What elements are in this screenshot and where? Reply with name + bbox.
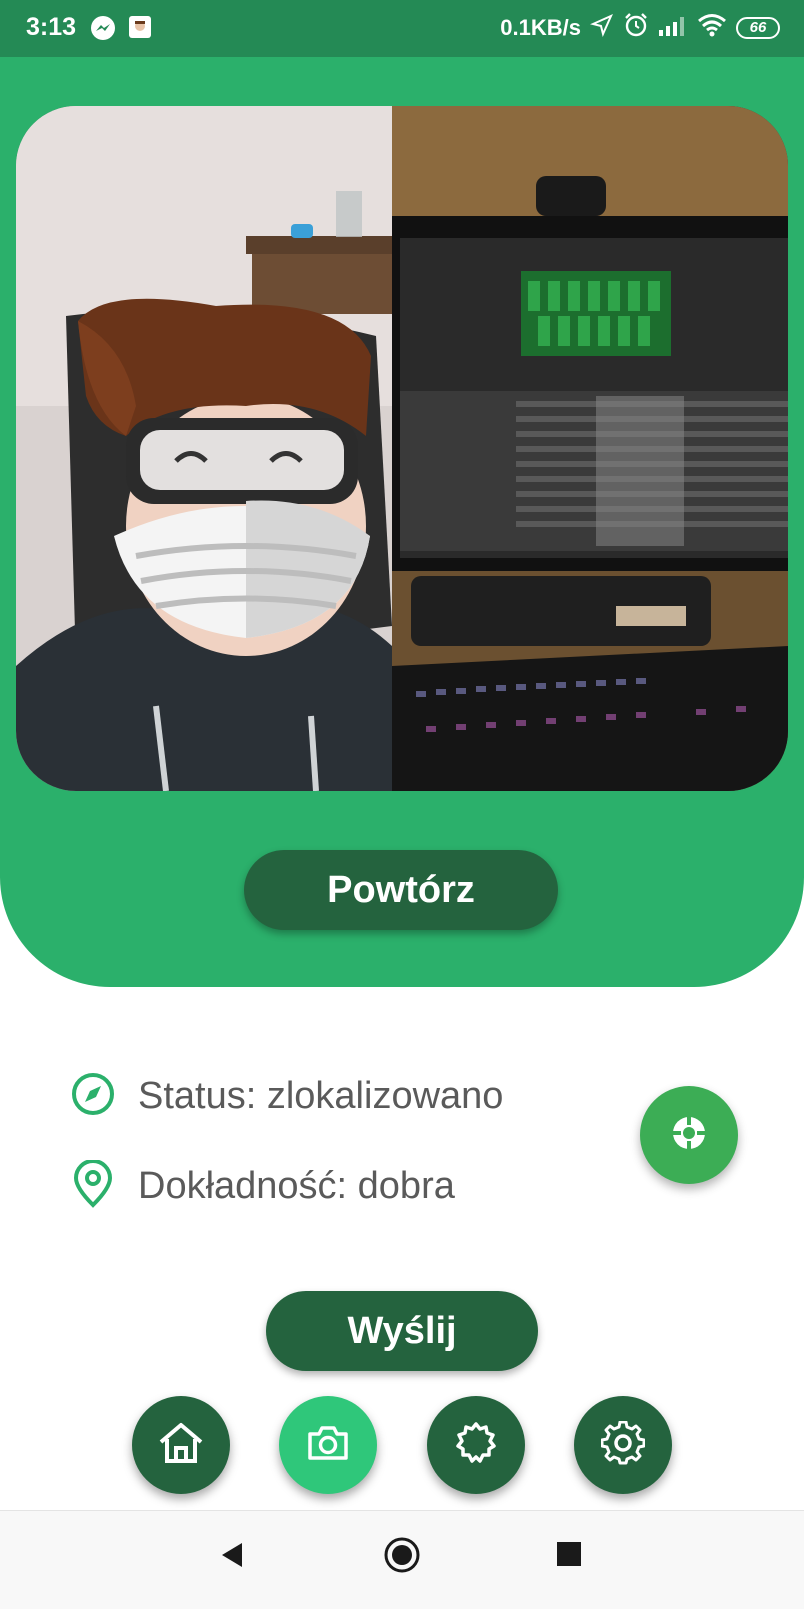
- network-speed: 0.1KB/s: [500, 14, 581, 40]
- nav-home-button[interactable]: [132, 1396, 230, 1494]
- camera-icon: [306, 1424, 350, 1467]
- badge-icon: [454, 1421, 498, 1470]
- map-pin-icon: [70, 1159, 116, 1213]
- send-button[interactable]: Wyślij: [266, 1291, 538, 1371]
- signal-icon: [658, 14, 688, 41]
- recents-square-icon[interactable]: [556, 1541, 582, 1572]
- wifi-icon: [697, 13, 727, 42]
- location-status-text: Status: zlokalizowano: [138, 1075, 504, 1117]
- home-icon: [157, 1421, 205, 1470]
- status-bar: 3:13 0.1KB/s 66: [0, 0, 804, 57]
- location-accuracy-text: Dokładność: dobra: [138, 1165, 455, 1207]
- compass-icon: [70, 1071, 116, 1122]
- alarm-icon: [623, 12, 649, 43]
- nav-settings-button[interactable]: [574, 1396, 672, 1494]
- nav-badge-button[interactable]: [427, 1396, 525, 1494]
- messenger-icon: [90, 15, 116, 46]
- app-avatar-icon: [128, 15, 152, 46]
- captured-photo: [16, 106, 788, 791]
- location-status-row: Status: zlokalizowano: [70, 1071, 503, 1122]
- system-navigation-bar: [0, 1510, 804, 1609]
- retry-button[interactable]: Powtórz: [244, 850, 558, 930]
- nav-camera-button[interactable]: [279, 1396, 377, 1494]
- battery-icon: 66: [736, 16, 780, 39]
- back-icon[interactable]: [218, 1539, 246, 1576]
- locate-button[interactable]: [640, 1086, 738, 1184]
- location-accuracy-row: Dokładność: dobra: [70, 1159, 455, 1213]
- status-time: 3:13: [26, 13, 77, 41]
- home-circle-icon[interactable]: [382, 1535, 422, 1580]
- gear-icon: [600, 1420, 646, 1470]
- location-arrow-icon: [589, 13, 614, 42]
- crosshair-icon: [670, 1114, 708, 1157]
